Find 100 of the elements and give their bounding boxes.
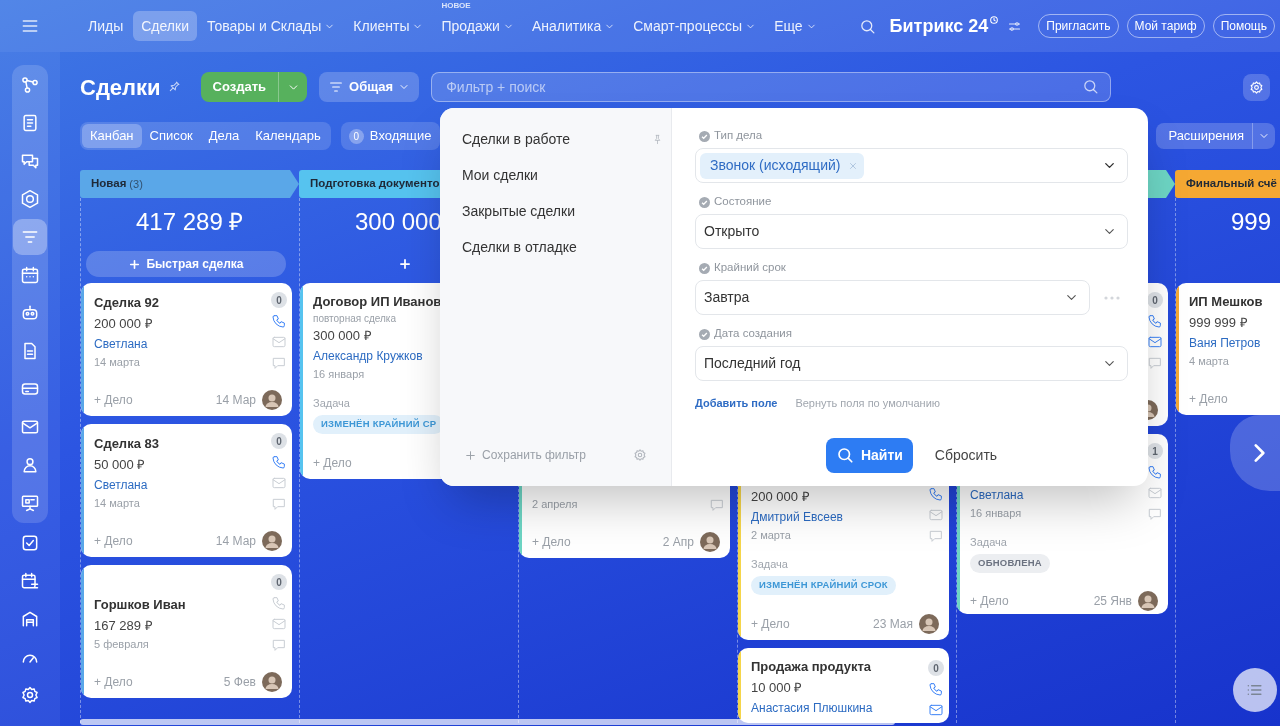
user-icon — [20, 455, 40, 475]
nav-item[interactable]: Еще — [766, 11, 825, 41]
deal-date: 2 апреля — [532, 497, 579, 512]
contact-link[interactable]: Светлана — [970, 485, 1139, 505]
sidebar-item[interactable] — [13, 219, 47, 255]
check-icon — [699, 130, 710, 142]
deal-date: 5 февраля — [94, 637, 150, 652]
create-menu-button[interactable] — [279, 72, 308, 102]
nav-item[interactable]: Клиенты — [345, 11, 432, 41]
field-label: Крайний срок — [714, 260, 786, 276]
activity-counter: 0 — [271, 292, 287, 308]
incoming-button[interactable]: 0 Входящие — [340, 122, 440, 150]
add-activity-link[interactable]: + Дело — [94, 391, 133, 409]
nav-item[interactable]: Продажи — [433, 11, 522, 41]
chat-icon — [20, 151, 40, 171]
settings-button[interactable] — [1243, 73, 1270, 101]
deal-amount: 167 289 ₽ — [94, 617, 154, 635]
task-label: Задача — [970, 535, 1007, 550]
plus-icon — [128, 257, 142, 271]
filter-icon — [328, 79, 345, 95]
stage-amount: 999 — [1231, 206, 1272, 237]
nav-item[interactable]: Смарт-процессы — [625, 11, 765, 41]
status-badge: ИЗМЕНЁН КРАЙНИЙ СРОК — [751, 576, 896, 595]
list-button[interactable] — [1233, 668, 1277, 712]
nav-item[interactable]: Лиды — [80, 11, 132, 41]
due-date: 23 Мая — [873, 616, 913, 633]
due-date: 14 Мар — [215, 392, 256, 409]
deal-card[interactable]: Продажа продукта 10 000 ₽ Анастасия Плюшкина 0 — [738, 648, 949, 723]
nav-item[interactable]: Товары и Склады — [198, 11, 344, 41]
deal-date: 16 января — [970, 506, 1023, 521]
add-activity-link[interactable]: + Дело — [94, 532, 133, 550]
contact-link[interactable]: Анастасия Плюшкина — [751, 698, 920, 718]
deal-card[interactable]: Сделка 92 200 000 ₽ Светлана 14 марта 0 + Дело 14 Мар — [81, 283, 292, 416]
search-icon — [858, 17, 876, 35]
checkbox-icon — [20, 533, 40, 553]
due-date: 14 Мар — [215, 533, 256, 550]
contact-link[interactable]: Светлана — [94, 475, 263, 495]
deal-card[interactable]: ИП Мешков 999 999 ₽ Ваня Петров 4 марта + Дело — [1176, 283, 1280, 415]
filter-tag[interactable]: Звонок (исходящий) — [700, 152, 865, 179]
add-activity-link[interactable]: + Дело — [1189, 390, 1228, 408]
view-tab[interactable]: Календарь — [247, 124, 329, 148]
nav-item[interactable]: Аналитика — [523, 11, 624, 41]
scrollbar[interactable] — [80, 719, 895, 725]
mail-icon — [20, 417, 40, 437]
stage-count: (3) — [129, 176, 143, 192]
contact-link[interactable]: Ваня Петров — [1189, 333, 1280, 353]
garage-icon — [20, 609, 40, 629]
due-date: 2 Апр — [662, 534, 694, 551]
filter-preset[interactable]: Мои сделки — [462, 157, 649, 193]
extensions-menu-button[interactable] — [1253, 123, 1275, 149]
deal-title: Сделка 92 — [94, 294, 160, 312]
view-tab[interactable]: Список — [141, 124, 201, 148]
view-tab[interactable]: Дела — [200, 124, 248, 148]
check-icon — [699, 328, 710, 340]
create-button[interactable]: Создать — [200, 72, 280, 102]
extensions-button[interactable]: Расширения — [1156, 123, 1253, 149]
add-field-link[interactable]: Добавить поле — [695, 395, 778, 412]
task-label: Задача — [751, 557, 788, 572]
deal-date: 14 марта — [94, 496, 141, 511]
select-field[interactable]: Открыто — [695, 214, 1128, 249]
page-title: Сделки — [80, 73, 161, 102]
check-icon — [699, 196, 710, 208]
add-activity-link[interactable]: + Дело — [94, 673, 133, 691]
clock-icon — [989, 15, 1000, 25]
add-activity-link[interactable]: + Дело — [313, 454, 352, 472]
check-icon — [699, 262, 710, 274]
view-tab[interactable]: Канбан — [82, 124, 142, 148]
deal-subtitle: повторная сделка — [313, 312, 397, 325]
stage-amount: 417 289 ₽ — [136, 206, 244, 237]
quick-deal-button[interactable]: Быстрая сделка — [86, 251, 286, 277]
filter-field[interactable]: Звонок (исходящий) — [695, 148, 1128, 183]
next-button[interactable] — [1230, 415, 1280, 491]
deal-card[interactable]: Сделка 83 50 000 ₽ Светлана 14 марта 0 + Дело 14 Мар — [81, 424, 292, 557]
close-icon — [848, 160, 859, 171]
deal-title: Продажа продукта — [751, 658, 873, 676]
select-field[interactable]: Завтра — [695, 280, 1090, 315]
deal-date: 16 января — [313, 367, 366, 382]
contact-link[interactable]: Светлана — [94, 334, 263, 354]
plus-icon — [398, 257, 412, 271]
select-field[interactable]: Последний год — [695, 346, 1128, 381]
add-activity-link[interactable]: + Дело — [751, 615, 790, 633]
find-button[interactable]: Найти — [825, 437, 913, 473]
filter-preset[interactable]: Сделки в работе — [462, 121, 649, 157]
activity-counter: 0 — [928, 660, 944, 676]
add-activity-link[interactable]: + Дело — [532, 533, 571, 551]
nav-item[interactable]: Сделки — [133, 11, 197, 41]
category-button[interactable]: Общая — [319, 72, 420, 102]
task-label: Задача — [313, 396, 350, 411]
robot-icon — [20, 303, 40, 323]
filter-preset[interactable]: Сделки в отладке — [462, 229, 649, 265]
deal-amount: 300 000 ₽ — [313, 327, 373, 345]
deal-card[interactable]: Горшков Иван 167 289 ₽ 5 февраля 0 + Дело 5 Фев — [81, 565, 292, 698]
restore-fields-link[interactable]: Вернуть поля по умолчанию — [795, 395, 941, 412]
calendar-icon — [20, 571, 40, 591]
activity-counter: 0 — [271, 433, 287, 449]
filter-preset[interactable]: Закрытые сделки — [462, 193, 649, 229]
contact-link[interactable]: Дмитрий Евсеев — [751, 507, 920, 527]
logo: Битрикс 24 — [889, 14, 989, 38]
add-activity-link[interactable]: + Дело — [970, 592, 1009, 610]
field-label: Тип дела — [714, 128, 763, 144]
